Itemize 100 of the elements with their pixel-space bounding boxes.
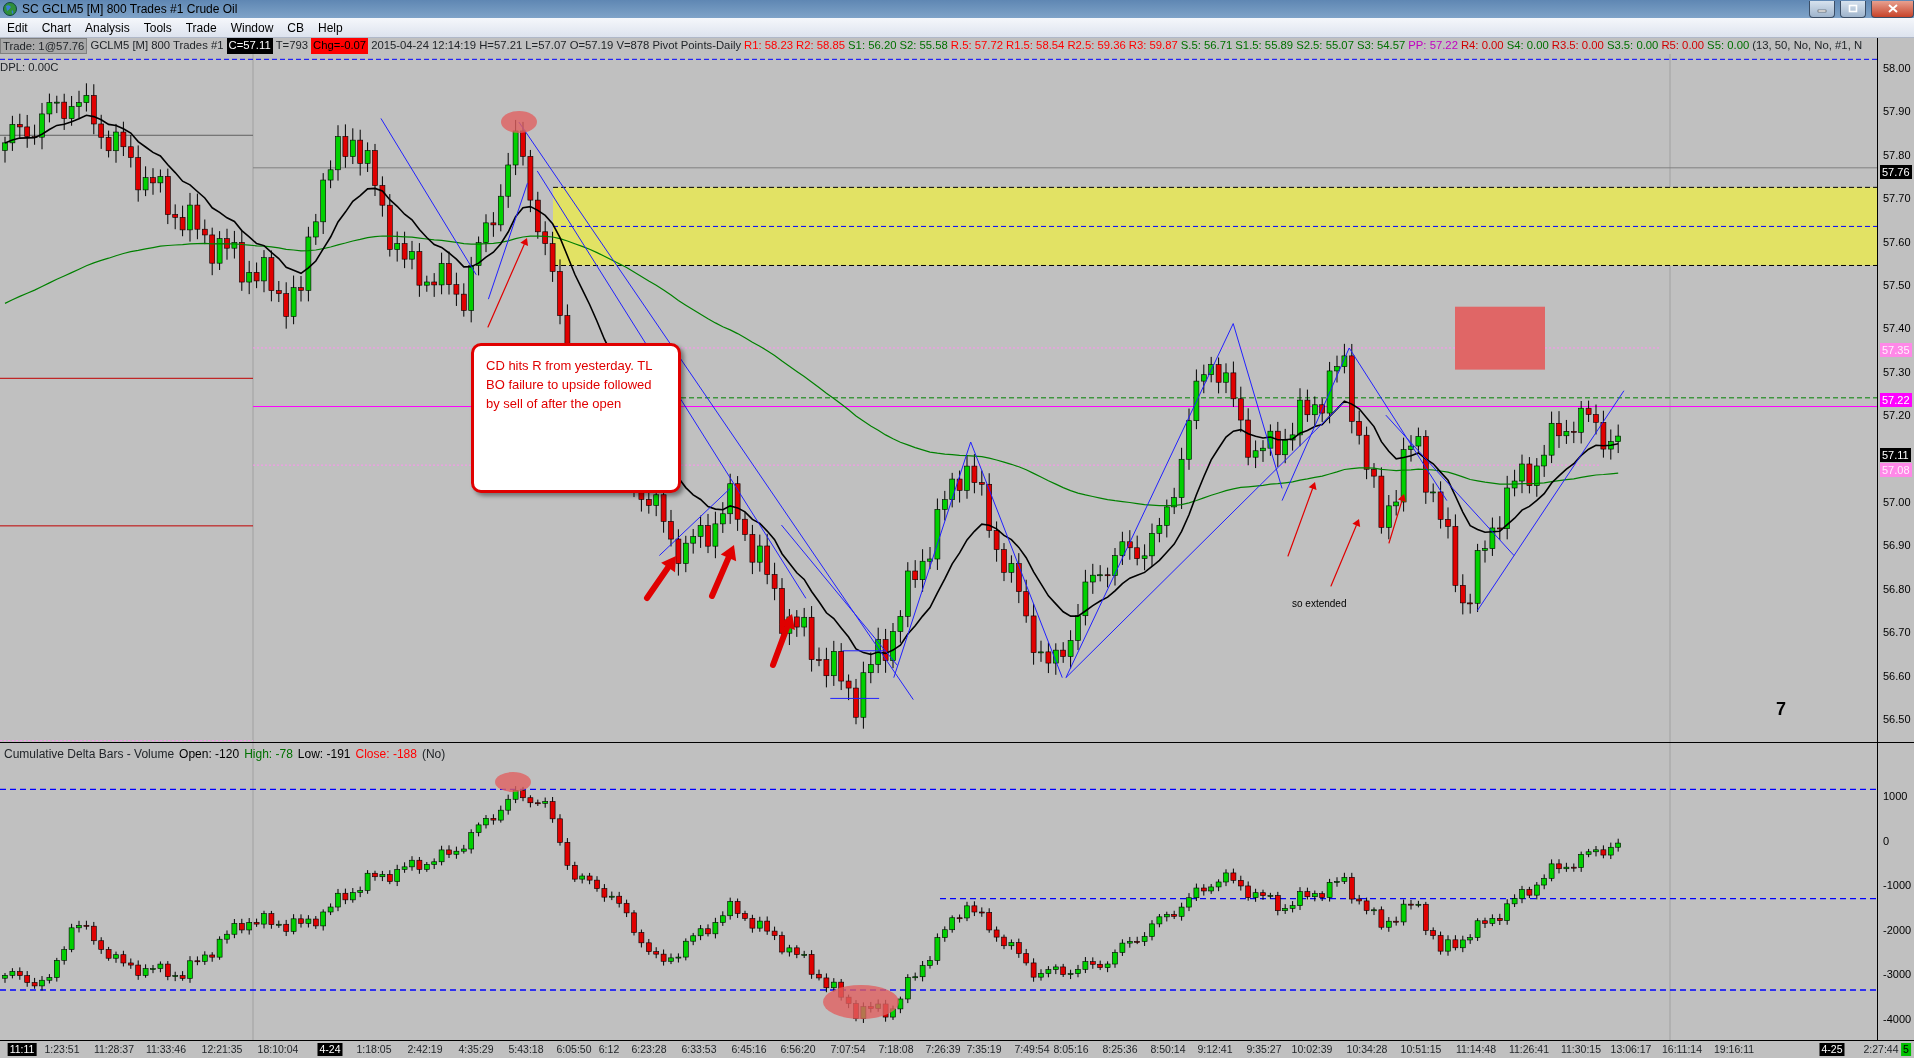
time-label: 11:33:46 [144, 1043, 188, 1056]
menu-item[interactable]: Window [223, 18, 281, 37]
close-button[interactable] [1871, 0, 1914, 18]
pivot-level: R2.5: 59.36 [1067, 38, 1126, 53]
time-label: 2:27:44 [1862, 1043, 1900, 1056]
price-tag: 57.11 [1880, 448, 1911, 462]
time-label: 6:33:53 [680, 1043, 718, 1056]
time-label: 19:16:11 [1712, 1043, 1756, 1056]
pivot-level: R2: 58.85 [796, 38, 846, 53]
time-label: 1:18:05 [355, 1043, 393, 1056]
info-field: T=793 [275, 38, 309, 54]
menu-item[interactable]: Chart [34, 18, 79, 37]
panel-label: (No) [421, 746, 446, 763]
pivot-level: R1.5: 58.54 [1005, 38, 1065, 53]
maximize-icon [1848, 4, 1858, 13]
axis-label: 58.00 [1883, 62, 1911, 74]
menu-item[interactable]: Trade [178, 18, 224, 37]
axis-label: 57.00 [1883, 496, 1911, 508]
time-label: 12:21:35 [200, 1043, 244, 1056]
pivot-level: S3: 54.57 [1356, 38, 1406, 53]
time-label: 11:30:15 [1559, 1043, 1603, 1056]
axis-label: 1000 [1883, 790, 1908, 802]
time-label: 6:05:50 [555, 1043, 593, 1056]
panel-stat: Open: -120 [179, 746, 240, 763]
annotation-arrow [709, 545, 737, 599]
axis-label: 56.60 [1883, 669, 1911, 682]
chart-marker: 7 [1776, 698, 1786, 721]
menu-item[interactable]: Analysis [78, 18, 137, 37]
time-label: 7:35:19 [965, 1043, 1003, 1056]
info-field: Trade: 1@57.76 [0, 38, 88, 54]
time-label: 2:42:19 [406, 1043, 444, 1056]
pivot-level: S4: 0.00 [1506, 38, 1549, 53]
time-label: 11:26:41 [1507, 1043, 1551, 1056]
panel-title: Cumulative Delta Bars - Volume [4, 746, 175, 763]
time-label: 4-24 [317, 1043, 343, 1056]
axis-label: 56.80 [1883, 582, 1911, 595]
time-label: 5 [1901, 1043, 1911, 1056]
axis-label: 56.50 [1883, 713, 1911, 725]
time-label: 10:51:15 [1399, 1043, 1443, 1056]
pivot-level: R5: 0.00 [1661, 38, 1705, 53]
time-label: 9:35:27 [1245, 1043, 1283, 1056]
time-label: 11:14:48 [1454, 1043, 1498, 1056]
info-field: GCLM5 [M] 800 Trades #1 [90, 38, 224, 54]
pivot-level: PP: 57.22 [1408, 38, 1458, 53]
time-label: 8:50:14 [1149, 1043, 1187, 1056]
annotation-arrow [770, 614, 795, 668]
close-icon [1887, 4, 1898, 13]
annotation-arrow [644, 556, 676, 601]
menu-item[interactable]: CB [280, 18, 311, 37]
chart-note: so extended [1292, 597, 1347, 611]
pivot-level: S3.5: 0.00 [1606, 38, 1659, 53]
panel-stat: High: -78 [244, 746, 293, 763]
axis-label: -4000 [1883, 1013, 1912, 1025]
pivot-level: R3: 59.87 [1128, 38, 1178, 53]
time-label: 8:05:16 [1052, 1043, 1090, 1056]
info-field: 2015-04-24 12:14:19 H=57.21 L=57.07 O=57.19 V=878 Pivot Points-Daily [371, 38, 742, 54]
time-label: 16:11:14 [1660, 1043, 1704, 1056]
price-tag: 57.08 [1880, 463, 1912, 477]
menu-item[interactable]: Edit [0, 18, 35, 37]
time-label: 7:26:39 [924, 1043, 962, 1056]
time-label: 9:12:41 [1196, 1043, 1234, 1056]
menu-item[interactable]: Tools [136, 18, 179, 37]
time-label: 4:35:29 [457, 1043, 495, 1056]
pivot-level: S.5: 56.71 [1180, 38, 1233, 53]
info-field: DPL: 0.00C [0, 60, 59, 74]
pivot-level: S5: 0.00 [1707, 38, 1750, 53]
study-parameters: (13, 50, No, No, #1, N [1752, 38, 1863, 53]
panel-stat: Close: -188 [355, 746, 417, 763]
price-tag: 57.35 [1880, 343, 1912, 357]
minimize-button[interactable] [1809, 0, 1835, 18]
window-title: SC GCLM5 [M] 800 Trades #1 Crude Oil [22, 1, 238, 18]
time-label: 1:23:51 [43, 1043, 81, 1056]
axis-label: 57.80 [1883, 148, 1911, 161]
time-label: 13:06:17 [1609, 1043, 1653, 1056]
axis-label: 57.50 [1883, 279, 1911, 291]
time-label: 10:02:39 [1290, 1043, 1334, 1056]
pivot-level: R3.5: 0.00 [1551, 38, 1604, 53]
panel-stat: Low: -191 [297, 746, 351, 763]
axis-label: 57.70 [1883, 192, 1911, 205]
time-label: 6:12 [597, 1043, 621, 1056]
time-label: 8:25:36 [1101, 1043, 1139, 1056]
info-field: Chg=-0.07 [311, 38, 369, 54]
time-label: 7:18:08 [877, 1043, 915, 1056]
info-field: C=57.11 [226, 38, 273, 54]
menu-item[interactable]: Help [311, 18, 350, 37]
pivot-level: R1: 58.23 [744, 38, 794, 53]
pivot-level: S2: 55.58 [899, 38, 948, 53]
axis-label: 57.90 [1883, 105, 1911, 118]
axis-label: -2000 [1883, 923, 1912, 936]
axis-label: 57.20 [1883, 409, 1911, 422]
time-label: 18:10:04 [256, 1043, 300, 1056]
axis-label: 57.30 [1883, 365, 1911, 378]
globe-icon [3, 2, 17, 16]
highlight-ellipse [495, 772, 531, 792]
pivot-level: S1.5: 55.89 [1235, 38, 1294, 53]
maximize-button[interactable] [1840, 0, 1866, 18]
time-label: 11:11 [7, 1043, 37, 1056]
time-label: 11:28:37 [92, 1043, 136, 1056]
time-label: 7:07:54 [829, 1043, 867, 1056]
highlight-ellipse [501, 111, 537, 133]
